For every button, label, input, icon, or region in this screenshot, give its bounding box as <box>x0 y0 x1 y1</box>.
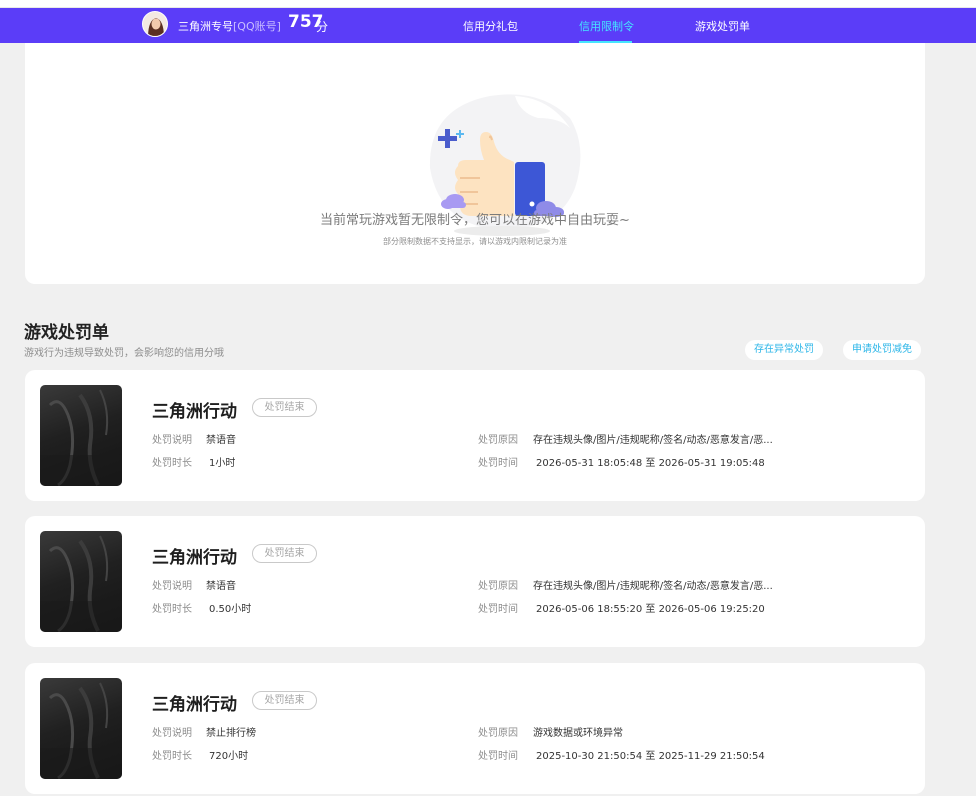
desc-label: 处罚说明 <box>152 435 192 446</box>
reason-label: 处罚原因 <box>478 581 518 592</box>
game-title: 三角洲行动 <box>152 548 237 568</box>
time-label: 处罚时间 <box>478 751 518 762</box>
reason-label: 处罚原因 <box>478 728 518 739</box>
game-title: 三角洲行动 <box>152 402 237 422</box>
desc-value: 禁语音 <box>206 581 236 592</box>
restriction-card: 当前常玩游戏暂无限制令，您可以在游戏中自由玩耍~ 部分限制数据不支持显示，请以游… <box>25 43 925 284</box>
duration-label: 处罚时长 <box>152 751 192 762</box>
apply-penalty-reduction-button[interactable]: 申请处罚减免 <box>843 340 921 360</box>
time-value: 2026-05-06 18:55:20 至 2026-05-06 19:25:2… <box>536 604 765 615</box>
report-abnormal-penalty-button[interactable]: 存在异常处罚 <box>745 340 823 360</box>
reason-value: 存在违规头像/图片/违规昵称/签名/动态/恶意发言/恶... <box>533 581 773 592</box>
game-thumbnail <box>40 678 122 779</box>
game-title: 三角洲行动 <box>152 695 237 715</box>
game-thumbnail <box>40 385 122 486</box>
duration-label: 处罚时长 <box>152 604 192 615</box>
duration-value: 720小时 <box>209 751 249 762</box>
game-thumbnail <box>40 531 122 632</box>
tab-game-penalty[interactable]: 游戏处罚单 <box>695 18 750 34</box>
time-value: 2026-05-31 18:05:48 至 2026-05-31 19:05:4… <box>536 458 765 469</box>
duration-label: 处罚时长 <box>152 458 192 469</box>
penalty-section-title: 游戏处罚单 <box>24 323 109 343</box>
status-badge: 处罚结束 <box>252 691 317 710</box>
credit-score-unit: 分 <box>316 20 329 34</box>
time-label: 处罚时间 <box>478 458 518 469</box>
penalty-section-description: 游戏行为违规导致处罚，会影响您的信用分哦 <box>24 348 224 359</box>
tab-credit-gift[interactable]: 信用分礼包 <box>463 18 518 34</box>
desc-value: 禁语音 <box>206 435 236 446</box>
desc-label: 处罚说明 <box>152 728 192 739</box>
user-nickname: 三角洲专号 <box>178 20 233 33</box>
duration-value: 0.50小时 <box>209 604 252 615</box>
restriction-note: 部分限制数据不支持显示，请以游戏内限制记录为准 <box>383 237 567 246</box>
duration-value: 1小时 <box>209 458 236 469</box>
tab-credit-restriction[interactable]: 信用限制令 <box>579 18 634 34</box>
top-navbar: 三角洲专号 [QQ账号] 757 分 信用分礼包 信用限制令 游戏处罚单 <box>0 8 976 43</box>
desc-label: 处罚说明 <box>152 581 192 592</box>
penalty-card: 三角洲行动 处罚结束 处罚说明 禁语音 处罚时长 1小时 处罚原因 存在违规头像… <box>25 370 925 501</box>
reason-value: 存在违规头像/图片/违规昵称/签名/动态/恶意发言/恶... <box>533 435 773 446</box>
reason-label: 处罚原因 <box>478 435 518 446</box>
status-badge: 处罚结束 <box>252 544 317 563</box>
status-badge: 处罚结束 <box>252 398 317 417</box>
time-label: 处罚时间 <box>478 604 518 615</box>
top-strip <box>0 0 976 8</box>
desc-value: 禁止排行榜 <box>206 728 256 739</box>
penalty-card: 三角洲行动 处罚结束 处罚说明 禁止排行榜 处罚时长 720小时 处罚原因 游戏… <box>25 663 925 794</box>
time-value: 2025-10-30 21:50:54 至 2025-11-29 21:50:5… <box>536 751 765 762</box>
account-type: [QQ账号] <box>233 20 281 33</box>
no-restriction-message: 当前常玩游戏暂无限制令，您可以在游戏中自由玩耍~ <box>320 213 630 228</box>
user-avatar[interactable] <box>142 11 168 37</box>
reason-value: 游戏数据或环境异常 <box>533 728 623 739</box>
penalty-card: 三角洲行动 处罚结束 处罚说明 禁语音 处罚时长 0.50小时 处罚原因 存在违… <box>25 516 925 647</box>
